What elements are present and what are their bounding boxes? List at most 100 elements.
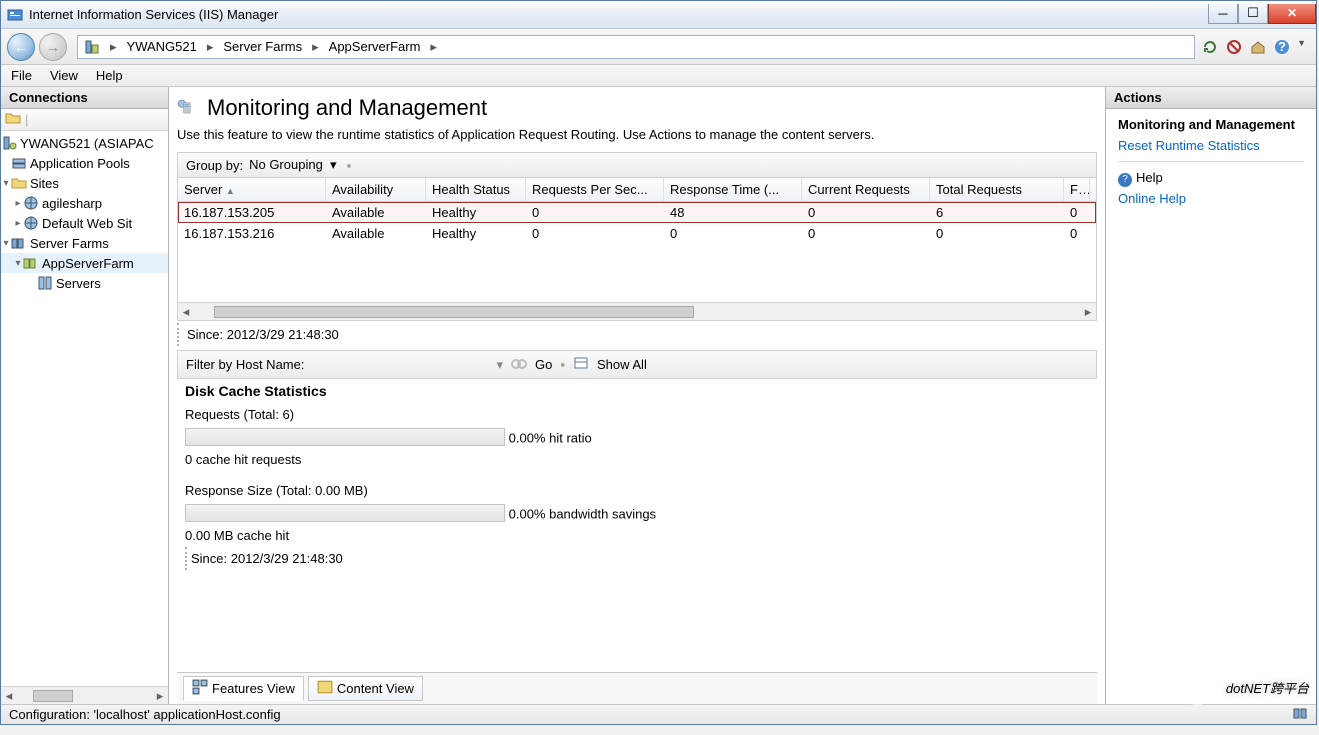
diskcache-since: Since: 2012/3/29 21:48:30 [185, 547, 1089, 570]
tree-node-sites[interactable]: ▾ Sites [1, 173, 168, 193]
view-tabs: Features View Content View [177, 672, 1097, 704]
breadcrumb-seg-2[interactable]: AppServerFarm [323, 36, 427, 58]
home-icon[interactable] [1249, 38, 1267, 56]
server-icon [1, 135, 17, 151]
tree-expand-icon[interactable]: ▸ [13, 198, 23, 209]
bandwidth-bar [185, 504, 505, 522]
mb-cache-hit: 0.00 MB cache hit [185, 528, 1089, 543]
col-fail[interactable]: Fai [1064, 178, 1090, 201]
content-pane: Monitoring and Management Use this featu… [169, 87, 1106, 704]
reset-runtime-link[interactable]: Reset Runtime Statistics [1118, 136, 1304, 155]
filter-label: Filter by Host Name: [186, 357, 304, 372]
tree-collapse-icon[interactable]: ▾ [1, 238, 11, 249]
tree-node-servers[interactable]: Servers [1, 273, 168, 293]
cell: 48 [664, 202, 802, 223]
connections-pane: Connections | YWANG521 (ASIAPAC Applicat… [1, 87, 169, 704]
cell: 6 [930, 202, 1064, 223]
dropdown-chevron-icon[interactable]: ▼ [1297, 38, 1306, 56]
tab-content-view[interactable]: Content View [308, 676, 423, 701]
tree-node-app-pools[interactable]: Application Pools [1, 153, 168, 173]
page-subtitle: Use this feature to view the runtime sta… [177, 127, 1097, 142]
tree-node-site[interactable]: ▸ agilesharp [1, 193, 168, 213]
titlebar: Internet Information Services (IIS) Mana… [1, 1, 1316, 29]
cell: 0 [930, 223, 1064, 244]
breadcrumb-seg-0[interactable]: YWANG521 [121, 36, 203, 58]
cell: 0 [802, 223, 930, 244]
col-current[interactable]: Current Requests [802, 178, 930, 201]
grid-hscrollbar[interactable]: ◂ ▸ [178, 302, 1096, 320]
col-rt[interactable]: Response Time (... [664, 178, 802, 201]
help-link[interactable]: ?Help [1118, 168, 1304, 189]
tree-label: YWANG521 (ASIAPAC [20, 136, 154, 151]
nav-forward-button[interactable]: → [39, 33, 67, 61]
servers-grid: Server ▲ Availability Health Status Requ… [177, 178, 1097, 321]
nav-back-button[interactable]: ← [7, 33, 35, 61]
cell: 0 [1064, 202, 1090, 223]
cell: 16.187.153.205 [178, 202, 326, 223]
tree-node-server[interactable]: YWANG521 (ASIAPAC [1, 133, 168, 153]
disk-cache-stats: Disk Cache Statistics Requests (Total: 6… [177, 379, 1097, 574]
help-icon[interactable]: ? [1273, 38, 1291, 56]
filter-input[interactable] [312, 357, 488, 372]
showall-button[interactable]: Show All [597, 357, 647, 372]
tree-expand-icon[interactable]: ▸ [13, 218, 23, 229]
connections-hscrollbar[interactable]: ◂ ▸ [1, 686, 168, 704]
content-view-icon [317, 679, 333, 698]
help-icon: ? [1118, 173, 1132, 187]
groupby-bar: Group by: No Grouping ▾ ▪ [177, 152, 1097, 178]
groupby-label: Group by: [186, 158, 243, 173]
globe-icon [23, 215, 39, 231]
tree-collapse-icon[interactable]: ▾ [1, 178, 11, 189]
maximize-button[interactable]: ☐ [1238, 4, 1268, 24]
server-farm-icon [23, 255, 39, 271]
tree-label: Server Farms [30, 236, 109, 251]
online-help-link[interactable]: Online Help [1118, 189, 1304, 208]
go-button[interactable]: Go [535, 357, 552, 372]
col-availability[interactable]: Availability [326, 178, 426, 201]
toolbar-separator: | [25, 112, 28, 127]
tree-node-server-farms[interactable]: ▾ Server Farms [1, 233, 168, 253]
iis-icon [7, 7, 23, 23]
binoculars-icon[interactable] [511, 355, 527, 374]
filter-bar: Filter by Host Name: ▾ Go ▪ Show All [177, 350, 1097, 379]
table-row[interactable]: 16.187.153.205AvailableHealthy048060 [178, 202, 1096, 223]
requests-total-label: Requests (Total: 6) [185, 407, 1089, 422]
chevron-right-icon: ▸ [426, 39, 441, 55]
tree-collapse-icon[interactable]: ▾ [13, 258, 23, 269]
breadcrumb[interactable]: ▸ YWANG521 ▸ Server Farms ▸ AppServerFar… [77, 35, 1195, 59]
tree-node-site[interactable]: ▸ Default Web Sit [1, 213, 168, 233]
tree-label: Default Web Sit [42, 216, 132, 231]
svg-text:?: ? [1278, 39, 1286, 54]
col-total[interactable]: Total Requests [930, 178, 1064, 201]
tree-label: Application Pools [30, 156, 130, 171]
col-server[interactable]: Server ▲ [178, 178, 326, 201]
table-row[interactable]: 16.187.153.216AvailableHealthy00000 [178, 223, 1096, 244]
tab-features-view[interactable]: Features View [183, 676, 304, 701]
col-rps[interactable]: Requests Per Sec... [526, 178, 664, 201]
page-title: Monitoring and Management [207, 95, 487, 121]
tree-node-farm[interactable]: ▾ AppServerFarm [1, 253, 168, 273]
connections-tree[interactable]: YWANG521 (ASIAPAC Application Pools ▾ Si… [1, 131, 168, 686]
close-button[interactable]: ✕ [1268, 4, 1316, 24]
minimize-button[interactable]: ─ [1208, 4, 1238, 24]
tree-label: agilesharp [42, 196, 102, 211]
groupby-dropdown[interactable]: No Grouping ▾ [249, 157, 336, 173]
hit-ratio-text: 0.00% hit ratio [509, 430, 592, 445]
col-health[interactable]: Health Status [426, 178, 526, 201]
folder-icon[interactable] [5, 110, 21, 129]
server-farm-icon [11, 235, 27, 251]
menu-help[interactable]: Help [96, 68, 123, 83]
stop-icon[interactable] [1225, 38, 1243, 56]
cell: 0 [526, 202, 664, 223]
breadcrumb-seg-1[interactable]: Server Farms [217, 36, 308, 58]
status-icon [1292, 705, 1308, 724]
menu-file[interactable]: File [11, 68, 32, 83]
cell: 0 [1064, 223, 1090, 244]
menu-view[interactable]: View [50, 68, 78, 83]
cell: Available [326, 223, 426, 244]
tree-label: Servers [56, 276, 101, 291]
response-size-label: Response Size (Total: 0.00 MB) [185, 483, 1089, 498]
connections-toolbar: | [1, 109, 168, 131]
refresh-icon[interactable] [1201, 38, 1219, 56]
window-title: Internet Information Services (IIS) Mana… [29, 7, 1208, 22]
